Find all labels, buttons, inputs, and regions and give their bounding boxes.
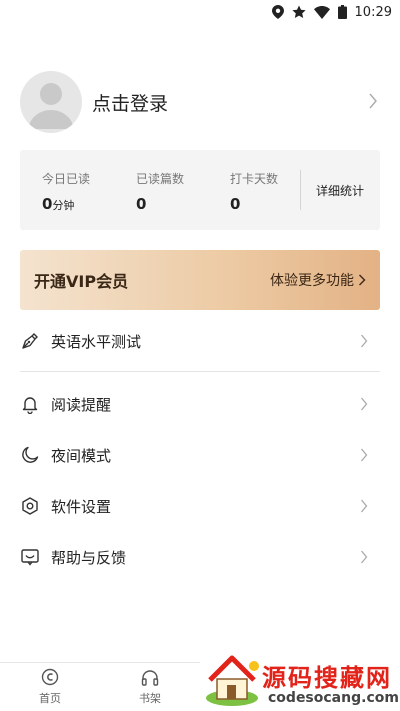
- hexagon-settings-icon: [22, 497, 38, 515]
- stat-unit: 分钟: [52, 199, 75, 212]
- location-icon: [271, 5, 284, 19]
- vip-title: 开通VIP会员: [34, 272, 129, 291]
- star-icon: [291, 5, 306, 18]
- watermark-title: 源码搜藏网: [262, 664, 392, 692]
- menu-item-settings[interactable]: 软件设置: [20, 486, 380, 526]
- bottom-nav: 首页 书架: [0, 662, 200, 711]
- watermark-logo: 源码搜藏网 codesocang.com: [200, 652, 400, 711]
- stat-today-read: 今日已读 0分钟: [42, 170, 90, 213]
- reading-stats-card: 今日已读 0分钟 已读篇数 0 打卡天数 0 详细统计: [20, 150, 380, 230]
- menu-label: 帮助与反馈: [51, 548, 127, 567]
- chevron-right-icon: [361, 550, 368, 564]
- chevron-right-icon: [361, 448, 368, 462]
- chevron-right-icon: [361, 499, 368, 513]
- chevron-right-icon: [361, 397, 368, 411]
- menu-label: 夜间模式: [51, 446, 112, 465]
- detailed-stats-link[interactable]: 详细统计: [316, 182, 364, 199]
- battery-icon: [337, 5, 347, 19]
- login-label[interactable]: 点击登录: [92, 89, 168, 116]
- divider: [300, 170, 301, 210]
- tab-home[interactable]: 首页: [20, 667, 80, 706]
- wifi-icon: [313, 5, 330, 19]
- tab-label: 书架: [139, 692, 161, 705]
- home-icon: [41, 668, 59, 686]
- stat-label: 打卡天数: [230, 172, 279, 186]
- watermark-url: codesocang.com: [268, 690, 399, 706]
- vip-action-label: 体验更多功能: [270, 273, 354, 289]
- stat-value: 0: [230, 195, 241, 213]
- divider: [20, 371, 380, 372]
- vip-banner[interactable]: 开通VIP会员 体验更多功能: [20, 250, 380, 310]
- stat-read-count: 已读篇数 0: [136, 170, 184, 213]
- stat-value: 0: [42, 195, 53, 213]
- chevron-right-icon: [361, 334, 368, 348]
- stat-checkin-days: 打卡天数 0: [230, 170, 278, 213]
- feedback-icon: [21, 549, 39, 566]
- stat-label: 已读篇数: [136, 172, 185, 186]
- avatar[interactable]: [20, 71, 82, 133]
- house-logo-icon: [206, 655, 259, 706]
- profile-login-row[interactable]: 点击登录: [20, 71, 380, 133]
- chevron-right-icon: [369, 93, 377, 109]
- moon-icon: [22, 446, 39, 463]
- menu-label: 英语水平测试: [51, 332, 142, 351]
- pen-icon: [22, 333, 38, 349]
- tab-label: 首页: [39, 692, 61, 705]
- vip-action[interactable]: 体验更多功能: [270, 270, 366, 290]
- status-time: 10:29: [354, 4, 392, 20]
- menu-item-help-feedback[interactable]: 帮助与反馈: [20, 537, 380, 577]
- tab-bookshelf[interactable]: 书架: [120, 667, 180, 706]
- bell-icon: [22, 397, 38, 414]
- status-bar: 10:29: [0, 0, 400, 24]
- menu-label: 阅读提醒: [51, 395, 112, 414]
- stat-label: 今日已读: [42, 172, 91, 186]
- menu-item-night-mode[interactable]: 夜间模式: [20, 435, 380, 475]
- stat-value: 0: [136, 195, 147, 213]
- headphones-icon: [141, 670, 159, 686]
- menu-label: 软件设置: [51, 497, 112, 516]
- menu-item-reading-reminder[interactable]: 阅读提醒: [20, 384, 380, 424]
- chevron-right-icon: [359, 274, 366, 286]
- default-avatar-icon: [28, 83, 74, 129]
- menu-item-english-test[interactable]: 英语水平测试: [20, 321, 380, 361]
